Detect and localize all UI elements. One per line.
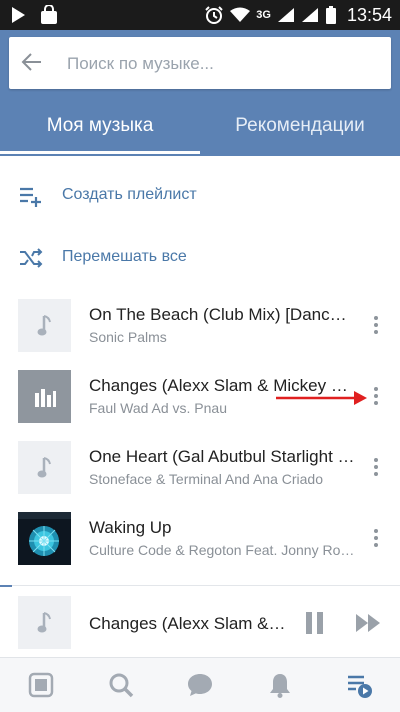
music-playlist-icon[interactable] [346, 671, 374, 699]
track-artist: Stoneface & Terminal And Ana Criado [89, 471, 324, 487]
more-options-icon[interactable] [366, 526, 386, 552]
search-bar [9, 37, 391, 89]
create-playlist-label: Создать плейлист [62, 186, 197, 203]
network-type: 3G [256, 9, 271, 21]
now-playing-cover [18, 596, 71, 649]
music-note-icon [37, 611, 51, 632]
track-cover [18, 370, 71, 423]
track-row[interactable]: Waking Up Culture Code & Regoton Feat. J… [0, 512, 400, 582]
status-bar: 3G 13:54 [0, 0, 400, 30]
pause-icon[interactable] [304, 611, 326, 635]
back-arrow-icon[interactable] [21, 51, 43, 73]
battery-icon [325, 6, 336, 24]
album-art [18, 512, 71, 565]
track-row[interactable]: On The Beach (Club Mix) [Dance Mix] Soni… [0, 299, 400, 369]
track-artist: Sonic Palms [89, 329, 167, 345]
track-cover [18, 441, 71, 494]
more-options-icon[interactable] [366, 313, 386, 339]
create-playlist-button[interactable]: Создать плейлист [0, 174, 400, 218]
tab-my-music[interactable]: Моя музыка [0, 96, 200, 156]
add-playlist-icon [20, 187, 41, 207]
header: Моя музыка Рекомендации [0, 30, 400, 156]
track-artist: Culture Code & Regoton Feat. Jonny Rose [89, 542, 355, 558]
annotation-arrow-icon [276, 391, 367, 405]
signal-2-icon [301, 8, 318, 22]
track-title: Waking Up [89, 518, 172, 537]
play-notification-icon [12, 7, 25, 23]
music-note-icon [37, 456, 51, 477]
shopping-bag-icon [41, 5, 57, 24]
messages-icon[interactable] [186, 671, 214, 699]
shuffle-all-button[interactable]: Перемешать все [0, 236, 400, 280]
shuffle-all-label: Перемешать все [62, 248, 187, 265]
notifications-bell-icon[interactable] [266, 671, 294, 699]
track-row[interactable]: One Heart (Gal Abutbul Starlight Remix) … [0, 441, 400, 511]
track-cover [18, 299, 71, 352]
wifi-icon [230, 7, 251, 22]
more-options-icon[interactable] [366, 455, 386, 481]
search-icon[interactable] [107, 671, 135, 699]
now-playing-title: Changes (Alexx Slam & Mickey Remix) [89, 614, 289, 633]
news-feed-icon[interactable] [27, 671, 55, 699]
more-options-icon[interactable] [366, 384, 386, 410]
signal-icon [277, 8, 294, 22]
skip-forward-icon[interactable] [355, 613, 383, 633]
track-title: One Heart (Gal Abutbul Starlight Remix) [89, 447, 355, 466]
tab-recommendations[interactable]: Рекомендации [200, 96, 400, 156]
shuffle-icon [20, 248, 43, 268]
album-art-image [18, 512, 71, 565]
alarm-icon [205, 6, 223, 24]
music-note-icon [37, 314, 51, 335]
search-input[interactable] [65, 49, 379, 79]
now-playing-bar[interactable]: Changes (Alexx Slam & Mickey Remix) [0, 585, 400, 658]
bottom-navigation [0, 657, 400, 712]
playback-progress [0, 585, 12, 587]
tab-bar: Моя музыка Рекомендации [0, 96, 400, 156]
track-title: On The Beach (Club Mix) [Dance Mix] [89, 305, 355, 324]
active-tab-indicator [0, 151, 200, 154]
clock: 13:54 [346, 4, 392, 25]
equalizer-icon [34, 388, 56, 407]
